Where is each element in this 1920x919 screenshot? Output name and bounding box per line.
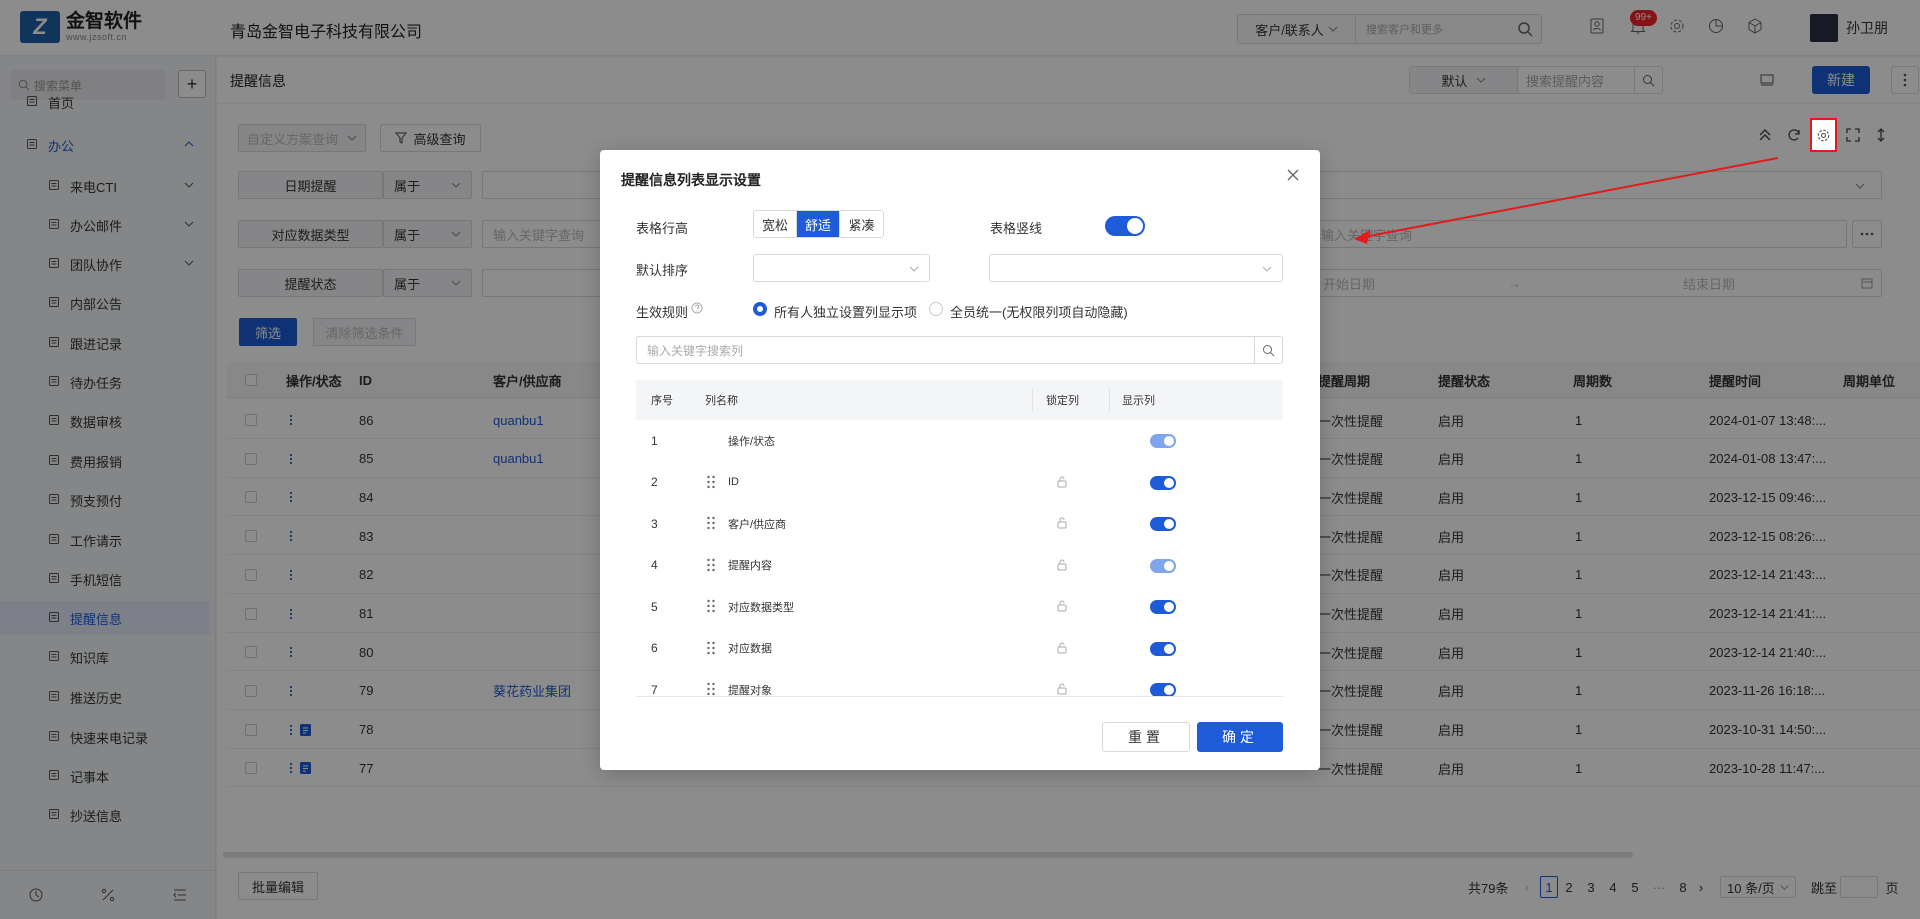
rule-individual-label[interactable]: 所有人独立设置列显示项 (774, 302, 917, 321)
row-height-comfortable[interactable]: 舒适 (797, 211, 840, 237)
column-name: 操作/状态 (728, 435, 776, 448)
vertical-lines-label: 表格竖线 (990, 221, 1043, 236)
rule-unified-radio[interactable] (929, 302, 943, 316)
column-name: 提醒对象 (728, 684, 772, 697)
sort-field-select[interactable] (753, 254, 930, 282)
column-list-header: 序号 列名称 锁定列 显示列 (636, 380, 1283, 420)
drag-handle-icon[interactable] (706, 475, 716, 489)
drag-handle-icon[interactable] (706, 682, 716, 696)
drag-handle-icon[interactable] (706, 558, 716, 572)
rule-label: 生效规则 (636, 305, 689, 320)
column-row[interactable]: 2 ID (636, 462, 1283, 503)
column-search: 输入关键字搜索列 (636, 336, 1283, 364)
column-row[interactable]: 7 提醒对象 (636, 669, 1283, 696)
column-no: 6 (651, 641, 658, 655)
column-settings-dialog: 提醒信息列表显示设置 表格行高 宽松 舒适 紧凑 表格竖线 默认排序 生效规则 … (600, 150, 1320, 770)
rule-unified-label[interactable]: 全员统一(无权限列项自动隐藏) (950, 302, 1128, 321)
gear-icon (1817, 129, 1830, 142)
drag-handle-icon[interactable] (706, 516, 716, 530)
lock-icon[interactable] (1056, 599, 1068, 613)
lock-icon[interactable] (1056, 558, 1068, 572)
column-no: 3 (651, 516, 658, 531)
close-icon[interactable] (1285, 167, 1301, 183)
column-no: 1 (651, 433, 658, 448)
column-list: 序号 列名称 锁定列 显示列 1 操作/状态 2 ID 3 客户/供应商 4 提醒内容 5 对应数… (636, 380, 1283, 696)
row-height-loose[interactable]: 宽松 (754, 211, 797, 237)
col-lock-header: 锁定列 (1046, 395, 1079, 407)
column-row[interactable]: 3 客户/供应商 (636, 503, 1283, 544)
col-name-header: 列名称 (705, 395, 738, 407)
show-column-toggle[interactable] (1150, 517, 1176, 531)
column-name: ID (728, 476, 739, 488)
column-row[interactable]: 1 操作/状态 (636, 420, 1283, 461)
column-no: 7 (651, 682, 658, 697)
column-name: 提醒内容 (728, 560, 772, 572)
rule-individual-radio[interactable] (753, 302, 767, 316)
column-name: 客户/供应商 (728, 518, 787, 531)
sort-order-select[interactable] (989, 254, 1283, 282)
drag-handle-icon[interactable] (706, 599, 716, 613)
row-height-label: 表格行高 (636, 221, 689, 236)
lock-icon[interactable] (1056, 682, 1068, 696)
row-height-compact[interactable]: 紧凑 (840, 211, 883, 237)
show-column-toggle[interactable] (1150, 641, 1176, 656)
search-icon (1263, 344, 1275, 356)
column-row[interactable]: 6 对应数据 (636, 628, 1283, 669)
column-name: 对应数据类型 (728, 601, 794, 614)
column-search-input[interactable]: 输入关键字搜索列 (637, 342, 1254, 359)
lock-icon[interactable] (1056, 475, 1068, 489)
lock-icon[interactable] (1056, 641, 1068, 655)
show-column-toggle[interactable] (1150, 475, 1176, 490)
drag-handle-icon[interactable] (706, 641, 716, 655)
column-name: 对应数据 (728, 643, 772, 655)
confirm-button[interactable]: 确定 (1197, 722, 1283, 752)
lock-icon[interactable] (1056, 516, 1068, 530)
column-no: 2 (651, 475, 658, 489)
column-row[interactable]: 4 提醒内容 (636, 545, 1283, 586)
column-search-button[interactable] (1254, 337, 1282, 363)
help-icon[interactable] (691, 302, 703, 314)
chevron-down-icon (1262, 266, 1272, 272)
show-column-toggle[interactable] (1150, 683, 1176, 696)
reset-button[interactable]: 重置 (1102, 722, 1190, 752)
row-height-segmented: 宽松 舒适 紧凑 (753, 210, 884, 238)
show-column-toggle (1150, 558, 1176, 573)
column-no: 5 (651, 599, 658, 614)
chevron-down-icon (909, 266, 919, 272)
dialog-title: 提醒信息列表显示设置 (621, 172, 761, 188)
highlight-box (1810, 118, 1837, 152)
col-show-header: 显示列 (1122, 395, 1155, 407)
column-no: 4 (651, 558, 658, 572)
divider (636, 696, 1283, 697)
divider (1032, 388, 1033, 412)
vertical-lines-toggle[interactable] (1105, 216, 1145, 236)
col-no-header: 序号 (651, 395, 673, 407)
show-column-toggle (1150, 434, 1176, 448)
column-row[interactable]: 5 对应数据类型 (636, 586, 1283, 627)
default-sort-label: 默认排序 (636, 263, 689, 278)
show-column-toggle[interactable] (1150, 600, 1176, 614)
divider (1109, 388, 1110, 412)
